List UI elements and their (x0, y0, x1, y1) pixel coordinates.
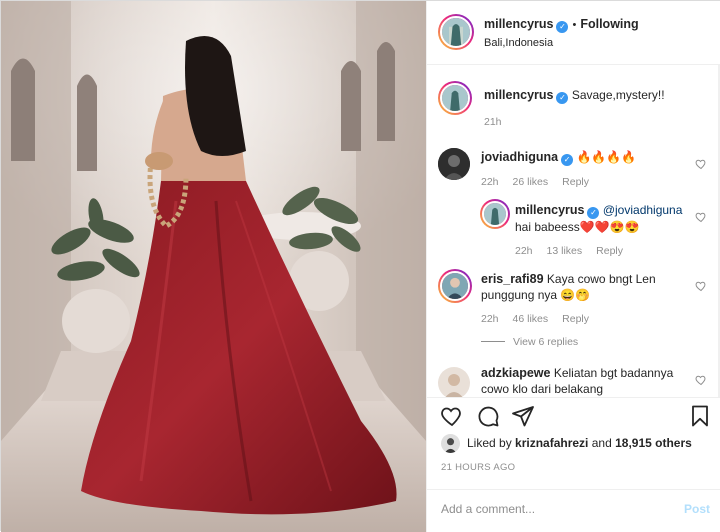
view-replies-button[interactable]: View 6 replies (481, 336, 578, 348)
view-replies-label: View 6 replies (513, 336, 579, 348)
comment-likes[interactable]: 26 likes (513, 176, 549, 188)
reply-button[interactable]: Reply (596, 245, 623, 257)
instagram-post-window: millencyrus ✓ • Following Bali,Indonesia mi… (0, 0, 720, 532)
following-button[interactable]: Following (580, 17, 638, 31)
comment-avatar[interactable] (438, 367, 470, 397)
caption: millencyrus ✓ Savage,mystery!! 21h (484, 87, 709, 128)
reply-button[interactable]: Reply (562, 313, 589, 325)
comment-item: joviadhiguna ✓ 🔥🔥🔥🔥 22h 26 likes Reply (481, 149, 701, 188)
caption-text: Savage,mystery!! (571, 88, 665, 102)
comment-text: 🔥🔥🔥🔥 (576, 150, 637, 164)
like-comment-heart-icon[interactable] (695, 158, 707, 170)
comment-time[interactable]: 22h (481, 176, 499, 188)
likes-summary: Liked by kriznafahrezi and 18,915 others (467, 436, 692, 450)
like-comment-heart-icon[interactable] (695, 280, 707, 292)
post-timestamp[interactable]: 21 HOURS AGO (441, 462, 515, 473)
reply-text: hai babeess❤️❤️😍😍 (515, 220, 640, 234)
verified-badge-icon: ✓ (561, 154, 574, 166)
caption-avatar-image (442, 85, 468, 111)
bookmark-icon[interactable] (688, 404, 712, 428)
comment-username[interactable]: adzkiapewe (481, 366, 550, 380)
verified-badge-icon: ✓ (587, 207, 600, 219)
caption-avatar[interactable] (438, 81, 472, 115)
post-actions: Liked by kriznafahrezi and 18,915 others… (427, 397, 720, 489)
comment-avatar-image (442, 273, 468, 299)
like-comment-heart-icon[interactable] (695, 374, 707, 386)
reply-likes[interactable]: 13 likes (547, 245, 583, 257)
comment-item: adzkiapewe Keliatan bgt badannya cowo kl… (481, 365, 696, 397)
author-username[interactable]: millencyrus (484, 17, 553, 31)
verified-badge-icon: ✓ (556, 92, 569, 104)
comment-avatar[interactable] (438, 269, 472, 303)
reply-item: millencyrus ✓ @joviadhiguna hai babeess❤️❤… (515, 202, 705, 257)
liker-avatar[interactable] (441, 434, 460, 453)
liker-username[interactable]: kriznafahrezi (515, 436, 588, 450)
comment-item: eris_rafi89 Kaya cowo bngt Len punggung … (481, 271, 696, 325)
heart-icon[interactable] (440, 404, 464, 428)
photo-illustration (1, 1, 426, 532)
comment-likes[interactable]: 46 likes (513, 313, 549, 325)
author-avatar[interactable] (438, 14, 474, 50)
share-icon[interactable] (511, 404, 535, 428)
verified-badge-icon: ✓ (556, 21, 569, 33)
reply-username[interactable]: millencyrus (515, 203, 584, 217)
caption-username[interactable]: millencyrus (484, 88, 553, 102)
like-reply-heart-icon[interactable] (695, 211, 707, 223)
caption-time[interactable]: 21h (484, 116, 502, 128)
post-header: millencyrus ✓ • Following Bali,Indonesia (427, 1, 720, 65)
replies-divider (481, 341, 505, 342)
separator-dot: • (572, 19, 577, 31)
post-button[interactable]: Post (684, 502, 710, 516)
reply-avatar-image (484, 203, 506, 225)
post-detail-panel: millencyrus ✓ • Following Bali,Indonesia mi… (426, 1, 720, 532)
header-title-row: millencyrus ✓ • Following (484, 17, 639, 33)
add-comment-bar: Add a comment... Post (427, 489, 720, 532)
comment-avatar[interactable] (438, 148, 470, 180)
post-location[interactable]: Bali,Indonesia (484, 37, 553, 49)
comment-input[interactable]: Add a comment... (441, 502, 535, 516)
comment-avatar-image (438, 367, 470, 397)
reply-time[interactable]: 22h (515, 245, 533, 257)
comments-list[interactable]: millencyrus ✓ Savage,mystery!! 21h joviad… (427, 65, 720, 397)
likes-count-link[interactable]: 18,915 others (615, 436, 692, 450)
likes-middle: and (588, 436, 616, 450)
reply-button[interactable]: Reply (562, 176, 589, 188)
comment-avatar-image (438, 148, 470, 180)
reply-mention[interactable]: @joviadhiguna (603, 203, 683, 217)
author-avatar-image (442, 18, 470, 46)
liker-avatar-image (441, 434, 460, 453)
comment-time[interactable]: 22h (481, 313, 499, 325)
likes-prefix: Liked by (467, 436, 516, 450)
comment-username[interactable]: joviadhiguna (481, 150, 558, 164)
comment-username[interactable]: eris_rafi89 (481, 272, 544, 286)
comment-icon[interactable] (476, 404, 500, 428)
post-photo[interactable] (1, 1, 426, 532)
reply-avatar[interactable] (480, 199, 510, 229)
